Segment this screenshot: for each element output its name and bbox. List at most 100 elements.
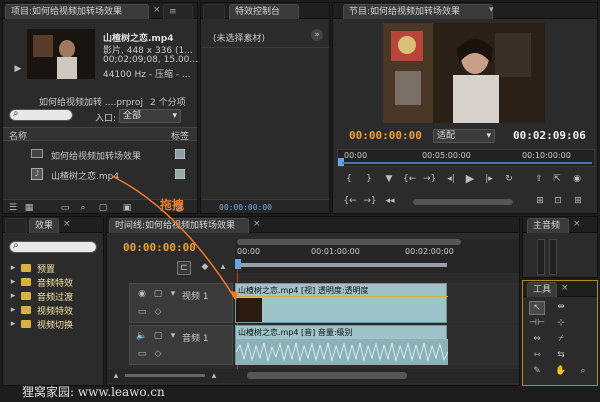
- tab-audio-master[interactable]: 主音频: [527, 218, 569, 233]
- eye-icon[interactable]: ◉: [136, 288, 148, 300]
- find-icon[interactable]: ⌕: [77, 202, 89, 213]
- audio-clip[interactable]: 山楂树之恋.mp4 [音] 音量:级别: [235, 325, 448, 365]
- safe-margins-icon[interactable]: ⊞: [533, 195, 547, 207]
- snap-icon[interactable]: ⊏: [177, 261, 191, 275]
- fit-select[interactable]: 适配 ▾: [433, 129, 495, 143]
- display-style-icon[interactable]: ▭: [136, 348, 148, 360]
- program-timecode[interactable]: 00:00:00:00: [349, 129, 422, 142]
- shuttle-right-icon[interactable]: →}: [363, 195, 377, 207]
- lock-icon[interactable]: ▢: [152, 330, 164, 342]
- tab-project[interactable]: 项目:如何给视频加转场效果: [5, 4, 149, 19]
- set-out-icon[interactable]: }: [363, 173, 375, 185]
- list-item[interactable]: ♪ 山楂树之恋.mp4: [3, 165, 197, 183]
- step-back-icon[interactable]: ◂|: [445, 173, 457, 185]
- playhead-icon[interactable]: [235, 259, 241, 269]
- close-icon[interactable]: ×: [153, 5, 161, 15]
- list-item[interactable]: ▸ 视频切换: [3, 317, 103, 331]
- extract-icon[interactable]: ⇱: [551, 173, 563, 185]
- display-style-icon[interactable]: ▭: [136, 306, 148, 318]
- work-area-bar[interactable]: [237, 263, 447, 267]
- speaker-icon[interactable]: 🔈: [136, 330, 148, 342]
- slip-tool-icon[interactable]: ⇿: [529, 349, 545, 363]
- column-label[interactable]: 标签: [171, 129, 189, 142]
- list-item[interactable]: 如何给视频加转场效果: [3, 145, 197, 163]
- expand-arrow-icon[interactable]: ▸: [9, 304, 17, 316]
- zoom-in-icon[interactable]: ▴: [209, 370, 219, 382]
- keyframe-icon[interactable]: ◇: [152, 348, 164, 360]
- audio-track[interactable]: 山楂树之恋.mp4 [音] 音量:级别: [235, 325, 519, 365]
- ripple-edit-tool-icon[interactable]: ⊣⊢: [529, 317, 545, 331]
- icon-view-icon[interactable]: ▦: [23, 202, 35, 213]
- tab-project-menu[interactable]: ≡: [163, 4, 193, 19]
- list-view-icon[interactable]: ☰: [7, 202, 19, 213]
- close-icon[interactable]: ×: [561, 283, 569, 293]
- go-in-icon[interactable]: {←: [403, 173, 416, 185]
- marker-icon[interactable]: ▼: [383, 173, 395, 185]
- list-item[interactable]: ▸ 音频特效: [3, 275, 103, 289]
- timeline-ruler[interactable]: 00:00 00:01:00:00 00:02:00:00: [235, 239, 519, 273]
- zoom-slider[interactable]: [125, 374, 205, 377]
- video-clip[interactable]: 山楂树之恋.mp4 [视] 透明度:透明度: [235, 283, 448, 323]
- track-select-tool-icon[interactable]: ⇹: [553, 301, 569, 315]
- timeline-timecode[interactable]: 00:00:00:00: [123, 241, 196, 254]
- panel-menu-icon[interactable]: »: [311, 29, 323, 41]
- jog-slider[interactable]: [413, 199, 513, 205]
- rolling-edit-tool-icon[interactable]: ⊹: [553, 317, 569, 331]
- tab-timeline[interactable]: 时间线:如何给视频加转场效果: [109, 218, 249, 233]
- expand-arrow-icon[interactable]: ▾: [168, 288, 178, 300]
- slide-tool-icon[interactable]: ⇆: [553, 349, 569, 363]
- export-frame-icon[interactable]: ◉: [571, 173, 583, 185]
- tab-effects[interactable]: 效果: [29, 218, 59, 233]
- razor-tool-icon[interactable]: ⌿: [553, 333, 569, 347]
- trim-icon[interactable]: ⊞: [571, 195, 585, 207]
- program-ruler[interactable]: 00:00 00:05:00:00 00:10:00:00: [337, 149, 595, 167]
- close-icon[interactable]: ×: [253, 219, 261, 229]
- list-item[interactable]: ▸ 视频特效: [3, 303, 103, 317]
- timeline-scrollbar[interactable]: ▴ ▴: [107, 369, 519, 383]
- project-search-input[interactable]: ⌕: [9, 108, 73, 121]
- keyframe-icon[interactable]: ◇: [152, 306, 164, 318]
- entry-select[interactable]: 全部 ▾: [119, 109, 181, 123]
- lock-icon[interactable]: ▢: [152, 288, 164, 300]
- selection-tool-icon[interactable]: ↖: [529, 301, 545, 315]
- list-item[interactable]: ▸ 预置: [3, 261, 103, 275]
- tab-effect-controls-left[interactable]: [203, 4, 225, 19]
- zoom-bar[interactable]: [237, 239, 461, 245]
- shuttle-left-icon[interactable]: {←: [343, 195, 357, 207]
- list-item[interactable]: ▸ 音频过渡: [3, 289, 103, 303]
- tab-tools[interactable]: 工具: [527, 282, 557, 297]
- expand-arrow-icon[interactable]: ▸: [9, 290, 17, 302]
- chevron-down-icon[interactable]: ▾: [489, 5, 494, 15]
- expand-arrow-icon[interactable]: ▸: [9, 318, 17, 330]
- automate-icon[interactable]: ▭: [59, 202, 71, 213]
- set-marker-icon[interactable]: ◆: [199, 261, 211, 273]
- zoom-out-icon[interactable]: ▴: [111, 370, 121, 382]
- video-track[interactable]: 山楂树之恋.mp4 [视] 透明度:透明度: [235, 283, 519, 323]
- expand-arrow-icon[interactable]: ▸: [9, 262, 17, 274]
- marker-icon[interactable]: ▴: [217, 261, 229, 273]
- new-item-icon[interactable]: ▣: [121, 202, 133, 213]
- expand-arrow-icon[interactable]: ▾: [168, 330, 178, 342]
- tab-effect-controls[interactable]: 特效控制台: [229, 4, 299, 19]
- tab-media[interactable]: [5, 218, 27, 233]
- new-bin-icon[interactable]: ▢: [97, 202, 109, 213]
- play-icon[interactable]: ▶: [463, 173, 477, 185]
- zoom-tool-icon[interactable]: ⌕: [575, 365, 591, 379]
- go-out-icon[interactable]: →}: [423, 173, 436, 185]
- close-icon[interactable]: ×: [63, 219, 71, 229]
- play-thumbnail-icon[interactable]: ▶: [12, 63, 24, 75]
- scroll-thumb[interactable]: [247, 372, 407, 379]
- step-forward-icon[interactable]: |▸: [483, 173, 495, 185]
- rate-stretch-tool-icon[interactable]: ⇔: [529, 333, 545, 347]
- hand-tool-icon[interactable]: ✋: [553, 365, 569, 379]
- pen-tool-icon[interactable]: ✎: [529, 365, 545, 379]
- lift-icon[interactable]: ⇧: [533, 173, 545, 185]
- loop-icon[interactable]: ↻: [503, 173, 515, 185]
- effects-search-input[interactable]: ⌕: [9, 240, 97, 253]
- set-in-icon[interactable]: {: [343, 173, 355, 185]
- expand-arrow-icon[interactable]: ▸: [9, 276, 17, 288]
- rewind-icon[interactable]: ◂◂: [383, 195, 397, 207]
- output-icon[interactable]: ⊡: [551, 195, 565, 207]
- close-icon[interactable]: ×: [573, 219, 581, 229]
- column-name[interactable]: 名称: [9, 129, 27, 142]
